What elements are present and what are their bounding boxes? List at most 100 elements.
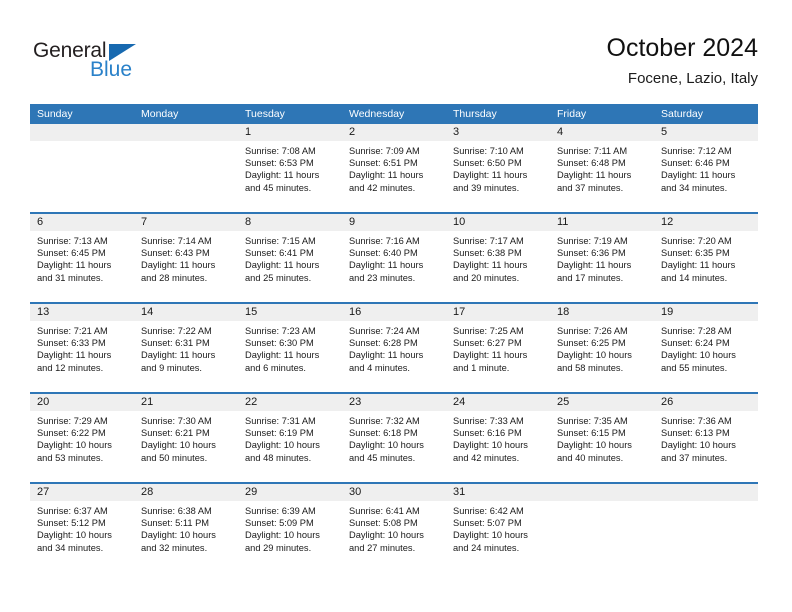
sunrise-text: Sunrise: 7:16 AM [349,236,420,246]
daylight-text-line2: and 1 minute. [453,362,510,373]
day-number: 7 [141,216,148,228]
calendar-day-cell[interactable]: 10 Sunrise: 7:17 AM Sunset: 6:38 PM Dayligh… [446,214,550,302]
calendar-day-cell-empty [134,124,238,212]
sunrise-text: Sunrise: 7:15 AM [245,236,316,246]
calendar-day-cell[interactable]: 9 Sunrise: 7:16 AM Sunset: 6:40 PM Daylight… [342,214,446,302]
calendar-day-cell[interactable]: 20 Sunrise: 7:29 AM Sunset: 6:22 PM Dayligh… [30,394,134,482]
day-number: 4 [557,126,564,138]
sunset-text: Sunset: 5:08 PM [349,518,418,529]
daylight-text-line2: and 20 minutes. [453,272,520,283]
day-number: 15 [245,306,258,318]
day-number-band: 11 [550,214,654,231]
calendar-day-cell[interactable]: 12 Sunrise: 7:20 AM Sunset: 6:35 PM Dayligh… [654,214,758,302]
daylight-text-line1: Daylight: 10 hours [661,440,736,451]
sunrise-text: Sunrise: 7:32 AM [349,416,420,426]
daylight-text-line1: Daylight: 10 hours [661,350,736,361]
day-number: 22 [245,396,258,408]
day-number: 12 [661,216,674,228]
daylight-text-line1: Daylight: 11 hours [37,260,112,271]
calendar-day-cell[interactable]: 27 Sunrise: 6:37 AM Sunset: 5:12 PM Dayligh… [30,484,134,572]
day-number: 9 [349,216,356,228]
calendar-day-cell[interactable]: 2 Sunrise: 7:09 AM Sunset: 6:51 PM Daylight… [342,124,446,212]
calendar-day-cell[interactable]: 15 Sunrise: 7:23 AM Sunset: 6:30 PM Dayligh… [238,304,342,392]
sunrise-text: Sunrise: 6:42 AM [453,506,524,516]
calendar-day-cell[interactable]: 1 Sunrise: 7:08 AM Sunset: 6:53 PM Daylight… [238,124,342,212]
sunrise-text: Sunrise: 7:11 AM [557,146,628,156]
daylight-text-line2: and 48 minutes. [245,452,312,463]
sunrise-text: Sunrise: 6:37 AM [37,506,108,516]
daylight-text-line1: Daylight: 10 hours [245,440,320,451]
day-sun-info: Sunrise: 7:11 AM Sunset: 6:48 PM Daylight:… [550,141,654,194]
calendar-day-cell[interactable]: 31 Sunrise: 6:42 AM Sunset: 5:07 PM Dayligh… [446,484,550,572]
calendar-day-cell[interactable]: 29 Sunrise: 6:39 AM Sunset: 5:09 PM Dayligh… [238,484,342,572]
calendar-day-cell[interactable]: 17 Sunrise: 7:25 AM Sunset: 6:27 PM Dayligh… [446,304,550,392]
calendar-day-cell[interactable]: 3 Sunrise: 7:10 AM Sunset: 6:50 PM Daylight… [446,124,550,212]
calendar-day-cell[interactable]: 26 Sunrise: 7:36 AM Sunset: 6:13 PM Dayligh… [654,394,758,482]
sunset-text: Sunset: 5:12 PM [37,518,106,529]
daylight-text-line1: Daylight: 10 hours [557,440,632,451]
calendar-day-cell[interactable]: 8 Sunrise: 7:15 AM Sunset: 6:41 PM Daylight… [238,214,342,302]
day-number: 11 [557,216,569,228]
day-number: 21 [141,396,154,408]
calendar-day-cell[interactable]: 5 Sunrise: 7:12 AM Sunset: 6:46 PM Daylight… [654,124,758,212]
calendar-day-cell[interactable]: 28 Sunrise: 6:38 AM Sunset: 5:11 PM Dayligh… [134,484,238,572]
day-number: 28 [141,486,154,498]
daylight-text-line1: Daylight: 10 hours [349,440,424,451]
daylight-text-line2: and 29 minutes. [245,542,312,553]
day-number-band: 13 [30,304,134,321]
daylight-text-line1: Daylight: 11 hours [245,260,320,271]
day-number-band: 4 [550,124,654,141]
day-number: 10 [453,216,466,228]
day-sun-info: Sunrise: 7:31 AM Sunset: 6:19 PM Daylight:… [238,411,342,464]
sunrise-text: Sunrise: 7:33 AM [453,416,524,426]
sunset-text: Sunset: 6:33 PM [37,338,106,349]
day-number: 26 [661,396,674,408]
day-sun-info: Sunrise: 7:30 AM Sunset: 6:21 PM Daylight:… [134,411,238,464]
calendar-day-cell[interactable]: 18 Sunrise: 7:26 AM Sunset: 6:25 PM Dayligh… [550,304,654,392]
calendar-day-cell[interactable]: 19 Sunrise: 7:28 AM Sunset: 6:24 PM Dayligh… [654,304,758,392]
sunrise-text: Sunrise: 7:08 AM [245,146,316,156]
page-subtitle: Focene, Lazio, Italy [627,70,758,87]
calendar-day-cell[interactable]: 11 Sunrise: 7:19 AM Sunset: 6:36 PM Dayligh… [550,214,654,302]
calendar-day-cell[interactable]: 13 Sunrise: 7:21 AM Sunset: 6:33 PM Dayligh… [30,304,134,392]
daylight-text-line2: and 6 minutes. [245,362,306,373]
calendar-weeks: 1 Sunrise: 7:08 AM Sunset: 6:53 PM Daylight… [30,124,758,572]
calendar-day-cell[interactable]: 21 Sunrise: 7:30 AM Sunset: 6:21 PM Dayligh… [134,394,238,482]
weekday-header-row: Sunday Monday Tuesday Wednesday Thursday Frid… [30,104,758,124]
calendar-day-cell[interactable]: 24 Sunrise: 7:33 AM Sunset: 6:16 PM Dayligh… [446,394,550,482]
weekday-header-saturday: Saturday [661,108,704,120]
daylight-text-line1: Daylight: 11 hours [37,350,112,361]
calendar-day-cell[interactable]: 6 Sunrise: 7:13 AM Sunset: 6:45 PM Daylight… [30,214,134,302]
daylight-text-line2: and 50 minutes. [141,452,208,463]
sunrise-text: Sunrise: 6:39 AM [245,506,316,516]
day-number: 29 [245,486,258,498]
daylight-text-line2: and 14 minutes. [661,272,728,283]
general-blue-logo: General Blue [33,40,223,86]
daylight-text-line2: and 42 minutes. [453,452,520,463]
calendar-day-cell[interactable]: 22 Sunrise: 7:31 AM Sunset: 6:19 PM Dayligh… [238,394,342,482]
day-number-band: 22 [238,394,342,411]
day-sun-info: Sunrise: 6:42 AM Sunset: 5:07 PM Daylight:… [446,501,550,554]
calendar-day-cell[interactable]: 16 Sunrise: 7:24 AM Sunset: 6:28 PM Dayligh… [342,304,446,392]
calendar-day-cell[interactable]: 14 Sunrise: 7:22 AM Sunset: 6:31 PM Dayligh… [134,304,238,392]
day-sun-info: Sunrise: 7:25 AM Sunset: 6:27 PM Daylight:… [446,321,550,374]
calendar-day-cell[interactable]: 25 Sunrise: 7:35 AM Sunset: 6:15 PM Dayligh… [550,394,654,482]
daylight-text-line1: Daylight: 10 hours [37,530,112,541]
sunset-text: Sunset: 6:30 PM [245,338,314,349]
day-number-band: 17 [446,304,550,321]
sunrise-text: Sunrise: 7:31 AM [245,416,316,426]
day-number-band: 18 [550,304,654,321]
calendar-day-cell[interactable]: 30 Sunrise: 6:41 AM Sunset: 5:08 PM Dayligh… [342,484,446,572]
calendar-week-row: 1 Sunrise: 7:08 AM Sunset: 6:53 PM Daylight… [30,124,758,212]
calendar-day-cell[interactable]: 4 Sunrise: 7:11 AM Sunset: 6:48 PM Daylight… [550,124,654,212]
day-number-band: 28 [134,484,238,501]
sunset-text: Sunset: 6:21 PM [141,428,210,439]
calendar-day-cell[interactable]: 23 Sunrise: 7:32 AM Sunset: 6:18 PM Dayligh… [342,394,446,482]
day-sun-info: Sunrise: 7:13 AM Sunset: 6:45 PM Daylight:… [30,231,134,284]
sunrise-text: Sunrise: 7:22 AM [141,326,212,336]
day-number: 31 [453,486,466,498]
day-number-band: 10 [446,214,550,231]
daylight-text-line2: and 45 minutes. [245,182,312,193]
calendar-day-cell[interactable]: 7 Sunrise: 7:14 AM Sunset: 6:43 PM Daylight… [134,214,238,302]
sunset-text: Sunset: 6:51 PM [349,158,418,169]
